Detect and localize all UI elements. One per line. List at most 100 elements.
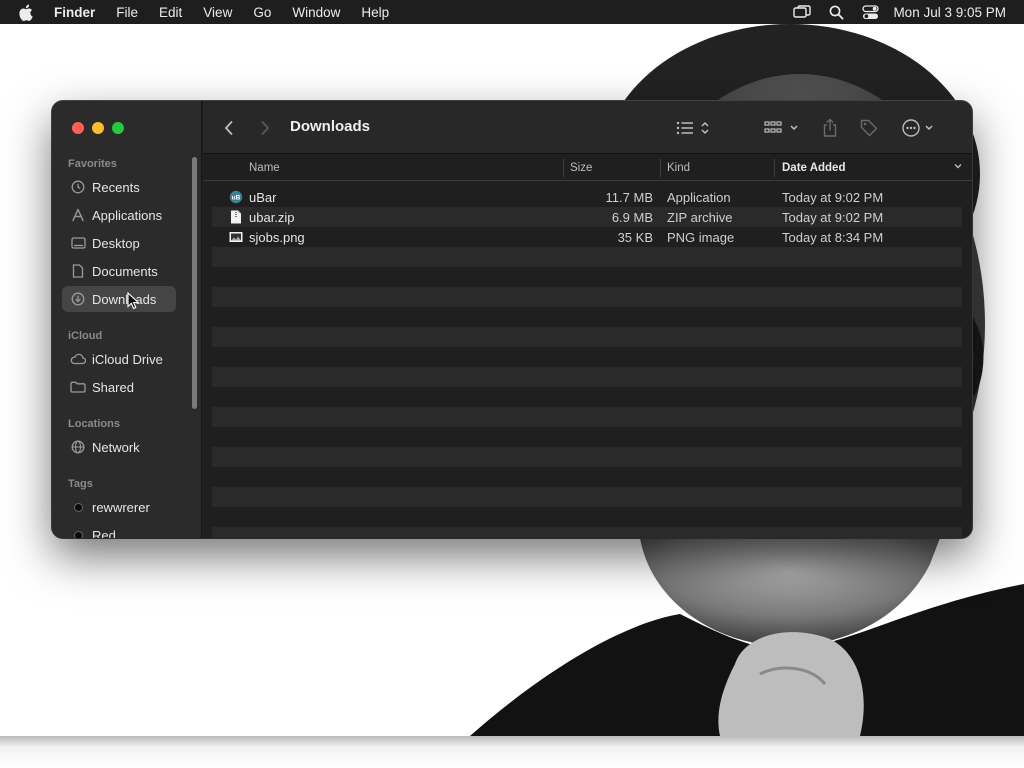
finder-sidebar: Favorites Recents Applications Desktop D… — [52, 101, 202, 538]
spotlight-search-icon[interactable] — [829, 5, 844, 20]
sidebar-item-label: Applications — [92, 207, 163, 223]
applications-icon — [70, 208, 86, 222]
file-date-added: Today at 9:02 PM — [782, 190, 884, 205]
menu-help[interactable]: Help — [361, 5, 389, 20]
view-mode-list-button[interactable] — [675, 117, 713, 139]
file-date-added: Today at 9:02 PM — [782, 210, 884, 225]
sidebar-item-label: Network — [92, 439, 140, 455]
sidebar-item-tag-rewwrerer[interactable]: rewwrerer — [62, 494, 176, 520]
menu-go[interactable]: Go — [253, 5, 271, 20]
menu-bar: Finder File Edit View Go Window Help Mon… — [0, 0, 1024, 24]
empty-row — [212, 527, 962, 538]
document-icon — [70, 264, 86, 278]
sidebar-item-label: Desktop — [92, 235, 140, 251]
desktop-icon — [70, 237, 86, 249]
column-header-name[interactable]: Name — [249, 162, 280, 174]
empty-row — [212, 247, 962, 267]
tag-button[interactable] — [859, 117, 879, 139]
sidebar-section-tags: Tags — [68, 478, 93, 490]
window-title: Downloads — [290, 118, 371, 135]
menu-window[interactable]: Window — [292, 5, 340, 20]
forward-button[interactable] — [259, 117, 271, 139]
sidebar-item-recents[interactable]: Recents — [62, 174, 176, 200]
minimize-window-button[interactable] — [92, 122, 104, 134]
sidebar-section-favorites: Favorites — [68, 158, 117, 170]
menu-finder[interactable]: Finder — [54, 5, 95, 20]
back-button[interactable] — [223, 117, 235, 139]
sidebar-item-network[interactable]: Network — [62, 434, 176, 460]
desktop-shadow — [0, 736, 1024, 768]
sidebar-item-label: Red — [92, 527, 116, 539]
sidebar-item-label: Recents — [92, 179, 140, 195]
empty-row — [212, 487, 962, 507]
empty-row — [212, 327, 962, 347]
file-kind: Application — [667, 190, 731, 205]
screen-mirroring-icon[interactable] — [793, 5, 812, 19]
sort-chevron-down-icon[interactable] — [953, 161, 963, 174]
menu-view[interactable]: View — [203, 5, 232, 20]
file-list: uB uBar 11.7 MB Application Today at 9:0… — [212, 187, 962, 538]
finder-window: Favorites Recents Applications Desktop D… — [52, 101, 972, 538]
finder-toolbar: Downloads — [203, 101, 972, 154]
maximize-window-button[interactable] — [112, 122, 124, 134]
column-header-bar: Name Size Kind Date Added — [203, 155, 972, 181]
column-header-date-added[interactable]: Date Added — [782, 162, 845, 174]
column-separator[interactable] — [563, 159, 564, 177]
more-actions-button[interactable] — [901, 117, 937, 139]
file-kind: ZIP archive — [667, 210, 733, 225]
column-header-size[interactable]: Size — [570, 162, 592, 174]
shared-folder-icon — [70, 381, 86, 393]
sidebar-item-tag-red[interactable]: Red — [62, 522, 176, 538]
sidebar-item-desktop[interactable]: Desktop — [62, 230, 176, 256]
file-size: 35 KB — [617, 230, 653, 245]
file-kind: PNG image — [667, 230, 735, 245]
file-name: sjobs.png — [249, 230, 305, 245]
app-icon: uB — [229, 190, 243, 204]
cloud-icon — [70, 353, 86, 365]
sidebar-item-label: Shared — [92, 379, 134, 395]
empty-row — [212, 287, 962, 307]
sidebar-section-icloud: iCloud — [68, 330, 103, 342]
mouse-pointer-icon — [127, 291, 140, 315]
sidebar-item-applications[interactable]: Applications — [62, 202, 176, 228]
file-size: 6.9 MB — [611, 210, 653, 225]
sidebar-item-shared[interactable]: Shared — [62, 374, 176, 400]
file-row-sjobs-png[interactable]: sjobs.png 35 KB PNG image Today at 8:34 … — [212, 227, 962, 247]
file-size: 11.7 MB — [605, 190, 653, 205]
file-row-ubar[interactable]: uB uBar 11.7 MB Application Today at 9:0… — [212, 187, 962, 207]
sidebar-item-icloud-drive[interactable]: iCloud Drive — [62, 346, 176, 372]
control-center-icon[interactable] — [862, 4, 880, 20]
column-separator[interactable] — [774, 159, 775, 177]
empty-row — [212, 407, 962, 427]
globe-icon — [70, 440, 86, 454]
sidebar-item-label: Downloads — [92, 291, 157, 307]
sidebar-item-label: Documents — [92, 263, 158, 279]
sidebar-section-locations: Locations — [68, 418, 120, 430]
file-date-added: Today at 8:34 PM — [782, 230, 884, 245]
download-icon — [70, 292, 86, 306]
empty-row — [212, 367, 962, 387]
file-row-ubar-zip[interactable]: ubar.zip 6.9 MB ZIP archive Today at 9:0… — [212, 207, 962, 227]
close-window-button[interactable] — [72, 122, 84, 134]
menu-bar-clock[interactable]: Mon Jul 3 9:05 PM — [893, 5, 1006, 20]
group-by-button[interactable] — [764, 117, 800, 139]
sidebar-item-documents[interactable]: Documents — [62, 258, 176, 284]
empty-row — [212, 447, 962, 467]
file-name: ubar.zip — [249, 210, 295, 225]
sidebar-item-downloads[interactable]: Downloads — [62, 286, 176, 312]
menu-edit[interactable]: Edit — [159, 5, 182, 20]
svg-text:uB: uB — [232, 195, 241, 202]
zip-file-icon — [229, 210, 243, 224]
apple-menu-icon[interactable] — [18, 4, 36, 21]
tag-dot-icon — [70, 530, 86, 538]
sidebar-scrollbar[interactable] — [192, 157, 197, 409]
menu-file[interactable]: File — [116, 5, 138, 20]
image-file-icon — [229, 230, 243, 244]
sidebar-item-label: rewwrerer — [92, 499, 150, 515]
column-separator[interactable] — [660, 159, 661, 177]
share-button[interactable] — [821, 117, 839, 139]
file-name: uBar — [249, 190, 277, 205]
tag-dot-icon — [70, 502, 86, 512]
column-header-kind[interactable]: Kind — [667, 162, 690, 174]
clock-icon — [70, 180, 86, 194]
